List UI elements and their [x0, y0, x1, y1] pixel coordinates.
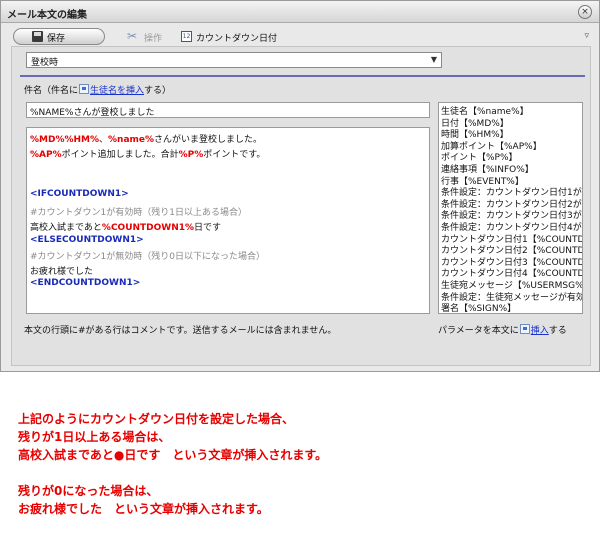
explanation-line: お疲れ様でした という文章が挿入されます。	[18, 502, 269, 516]
body-line: <IFCOUNTDOWN1>	[30, 189, 129, 199]
explanation-line: 高校入試まであと●日です という文章が挿入されます。	[18, 448, 328, 462]
body-text-segment: さんがいま登校しました。	[154, 135, 263, 145]
body-line: #カウントダウン1が無効時（残り0日以下になった場合）	[30, 249, 265, 262]
body-line: お疲れ様でした	[30, 264, 93, 277]
dropdown-arrow-icon: ▼	[430, 55, 437, 64]
subject-label-suffix: する）	[144, 86, 172, 96]
body-text-segment: %COUNTDOWN1%	[101, 223, 195, 233]
subject-input[interactable]: %NAME%さんが登校しました	[26, 102, 430, 118]
body-text-segment: 高校入試まであと	[30, 223, 102, 233]
template-select-value: 登校時	[31, 58, 59, 68]
insert-parameter-suffix: する	[548, 326, 567, 336]
body-text-segment: ポイントです。	[203, 150, 266, 160]
body-textarea[interactable]: %MD%%HM%、%name%さんがいま登校しました。 %AP%ポイント追加しまし…	[26, 127, 430, 314]
explanation-line: 残りが0になった場合は、	[18, 484, 159, 498]
body-text-segment: %AP%	[30, 150, 62, 160]
body-text-segment: %HM%	[64, 135, 99, 145]
body-line: <ELSECOUNTDOWN1>	[30, 235, 144, 245]
subject-label-text: 件名（件名に	[24, 86, 79, 96]
parameter-item[interactable]: 署名【%SIGN%】	[441, 301, 516, 313]
comment-note: 本文の行頭に#がある行はコメントです。送信するメールには含まれません。	[24, 326, 337, 336]
body-text-segment: 日です	[194, 223, 222, 233]
body-text-segment: お疲れ様でした	[30, 267, 94, 277]
divider	[20, 75, 585, 77]
subject-label: 件名（件名に 生徒名を挿入する）	[24, 83, 171, 96]
insert-parameter-icon[interactable]	[519, 324, 530, 334]
editor-panel: 登校時 ▼ 件名（件名に 生徒名を挿入する） %NAME%さんが登校しました %M…	[11, 46, 591, 366]
insert-parameter-note: パラメータを本文に 挿入する	[438, 323, 567, 336]
toolbar: 保存 ✂ 操作 12 カウントダウン日付 ▿	[9, 27, 591, 47]
mail-body-editor-dialog: メール本文の編集 × 保存 ✂ 操作 12 カウントダウン日付 ▿ 登校時 ▼ …	[0, 0, 600, 372]
body-text-segment: %MD%	[30, 135, 65, 145]
subject-input-value: %NAME%さんが登校しました	[30, 108, 155, 118]
tools-icon: ✂	[127, 29, 138, 43]
body-text-segment: <ENDCOUNTDOWN1>	[30, 278, 141, 288]
body-text-segment: %name%	[108, 135, 155, 145]
body-line: %MD%%HM%、%name%さんがいま登校しました。	[30, 132, 262, 145]
body-line: #カウントダウン1が有効時（残り1日以上ある場合）	[30, 205, 247, 218]
parameter-list[interactable]: 生徒名【%name%】 日付【%MD%】 時間【%HM%】 加算ポイント【%AP%】ポ…	[438, 102, 583, 314]
title-bar: メール本文の編集 ×	[1, 1, 599, 23]
save-button-label: 保存	[47, 34, 66, 44]
body-line: <ENDCOUNTDOWN1>	[30, 278, 140, 288]
body-text-segment: #カウントダウン1が無効時（残り0日以下になった場合）	[30, 252, 265, 262]
insert-student-name-link[interactable]: 生徒名を挿入	[90, 86, 144, 96]
operation-button[interactable]: ✂ 操作	[127, 29, 177, 44]
countdown-date-button[interactable]: 12 カウントダウン日付	[181, 30, 291, 44]
body-text-segment: #カウントダウン1が有効時（残り1日以上ある場合）	[30, 208, 247, 218]
body-text-segment: 、	[99, 135, 109, 145]
save-button[interactable]: 保存	[13, 28, 105, 45]
body-text-segment: <IFCOUNTDOWN1>	[30, 189, 129, 199]
collapse-chevron-icon[interactable]: ▿	[584, 31, 589, 41]
countdown-date-label: カウントダウン日付	[196, 34, 278, 44]
calendar-icon: 12	[181, 31, 192, 42]
insert-name-icon[interactable]	[79, 84, 90, 94]
template-select[interactable]: 登校時 ▼	[26, 52, 442, 68]
operation-label: 操作	[144, 34, 163, 44]
body-text-segment: ポイント追加しました。合計	[61, 150, 179, 160]
body-text-segment: %P%	[178, 150, 204, 160]
body-line: %AP%ポイント追加しました。合計%P%ポイントです。	[30, 147, 265, 160]
explanation-line: 残りが1日以上ある場合は、	[18, 430, 171, 444]
insert-parameter-link[interactable]: 挿入	[531, 326, 549, 336]
dialog-title: メール本文の編集	[7, 10, 87, 21]
close-button[interactable]: ×	[578, 5, 592, 19]
body-line: 高校入試まであと%COUNTDOWN1%日です	[30, 220, 221, 233]
insert-parameter-text: パラメータを本文に	[438, 326, 519, 336]
save-disk-icon	[32, 31, 43, 42]
body-text-segment: <ELSECOUNTDOWN1>	[30, 235, 144, 245]
explanation-line: 上記のようにカウントダウン日付を設定した場合、	[18, 412, 295, 426]
